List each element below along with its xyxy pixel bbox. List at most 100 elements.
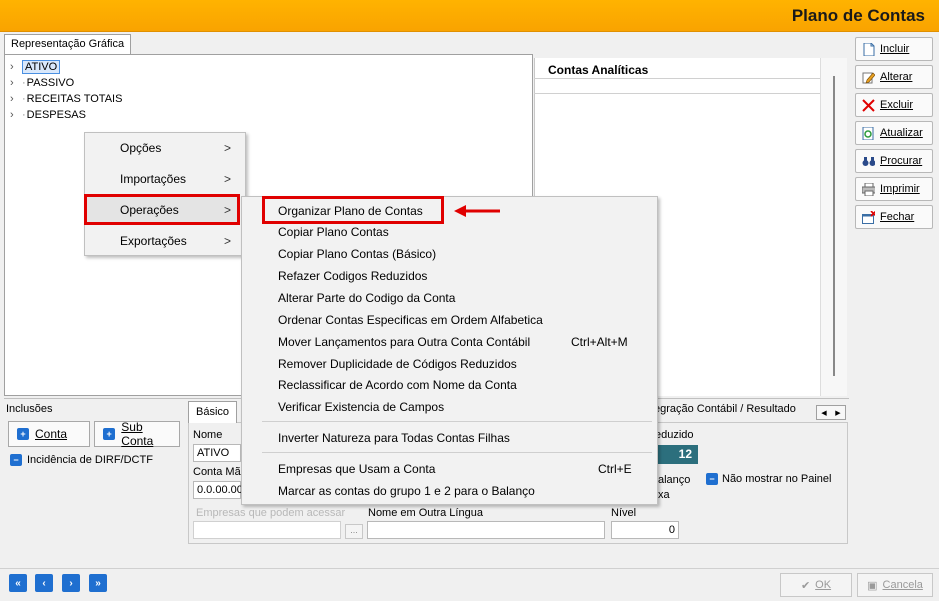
ok-button[interactable]: ✔ OK <box>780 573 852 597</box>
menu-item-reclassificar[interactable]: Reclassificar de Acordo com Nome da Cont… <box>278 378 517 392</box>
nao-mostrar-checkbox-row[interactable]: − Não mostrar no Painel <box>706 473 831 485</box>
tree-node-receitas[interactable]: › ·RECEITAS TOTAIS <box>10 93 122 105</box>
cancel-icon: ▣ <box>867 579 878 592</box>
imprimir-button[interactable]: Imprimir <box>855 177 933 201</box>
close-window-icon <box>862 210 875 224</box>
tree-node-label: PASSIVO <box>26 77 75 89</box>
tree-node-label: DESPESAS <box>26 109 86 121</box>
submenu-arrow-icon: > <box>224 203 232 217</box>
conta-mae-label: Conta Mãe <box>193 466 247 478</box>
tree-node-passivo[interactable]: › ·PASSIVO <box>10 77 74 89</box>
subconta-button[interactable]: + Sub Conta <box>94 420 180 448</box>
menu-item-remover-duplicidade[interactable]: Remover Duplicidade de Códigos Reduzidos <box>278 357 517 371</box>
dirf-checkbox-row[interactable]: − Incidência de DIRF/DCTF <box>10 454 153 466</box>
nao-mostrar-label: Não mostrar no Painel <box>722 473 832 485</box>
tree-node-ativo[interactable]: › ATIVO <box>10 60 61 74</box>
operacoes-submenu <box>241 196 658 505</box>
new-document-icon <box>862 42 875 56</box>
right-toolbar <box>849 32 939 601</box>
first-record-icon[interactable]: « <box>9 574 27 592</box>
binoculars-icon <box>862 155 875 168</box>
contas-analiticas-row[interactable] <box>534 78 820 94</box>
menu-item-copiar-plano[interactable]: Copiar Plano Contas <box>278 225 389 239</box>
next-record-icon[interactable]: › <box>62 574 80 592</box>
expand-chevron-icon[interactable]: › <box>10 77 22 89</box>
tree-dot: · <box>22 109 26 121</box>
fechar-button[interactable]: Fechar <box>855 205 933 229</box>
menu-item-copiar-plano-basico[interactable]: Copiar Plano Contas (Básico) <box>278 247 436 261</box>
last-record-icon[interactable]: » <box>89 574 107 592</box>
shortcut-label: Ctrl+Alt+M <box>571 335 628 349</box>
tab-scroll-buttons[interactable]: ◀ ▶ <box>816 405 846 420</box>
ellipsis-button[interactable]: ... <box>345 524 363 539</box>
nome-field[interactable]: ATIVO <box>193 444 241 462</box>
caixa-label: xa <box>658 489 670 501</box>
menu-item-organizar-plano[interactable]: Organizar Plano de Contas <box>278 204 423 218</box>
scrollbar-thumb[interactable] <box>833 76 835 376</box>
tree-dot: · <box>22 77 26 89</box>
nivel-label: Nível <box>611 507 637 519</box>
expand-chevron-icon[interactable]: › <box>10 61 22 73</box>
submenu-arrow-icon: > <box>224 141 232 155</box>
shortcut-label: Ctrl+E <box>598 462 632 476</box>
incluir-button[interactable]: Incluir <box>855 37 933 61</box>
atualizar-button[interactable]: Atualizar <box>855 121 933 145</box>
conta-mae-field[interactable]: 0.0.00.00 <box>193 481 243 499</box>
conta-button[interactable]: + Conta <box>8 421 90 447</box>
delete-x-icon <box>862 98 875 112</box>
tree-node-label: RECEITAS TOTAIS <box>26 93 123 105</box>
checkmark-icon: ✔ <box>800 579 811 592</box>
menu-item-exportacoes[interactable]: Exportações <box>120 234 187 248</box>
menu-item-mover-lancamentos[interactable]: Mover Lançamentos para Outra Conta Contá… <box>278 335 530 349</box>
menu-separator <box>262 452 652 453</box>
submenu-arrow-icon: > <box>224 234 232 248</box>
cancela-button[interactable]: ▣ Cancela <box>857 573 933 597</box>
reduzido-label: eduzido <box>655 429 694 441</box>
submenu-arrow-icon: > <box>224 172 232 186</box>
menu-item-marcar-contas-balanco[interactable]: Marcar as contas do grupo 1 e 2 para o B… <box>278 484 535 498</box>
inclusoes-label: Inclusões <box>6 403 53 415</box>
nivel-field[interactable]: 0 <box>611 521 679 539</box>
nome-outra-lingua-field[interactable] <box>367 521 605 539</box>
prev-record-icon[interactable]: ‹ <box>35 574 53 592</box>
expand-chevron-icon[interactable]: › <box>10 109 22 121</box>
nome-outra-lingua-label: Nome em Outra Língua <box>368 507 483 519</box>
reduzido-field[interactable]: 12 <box>654 445 698 464</box>
menu-item-verificar-campos[interactable]: Verificar Existencia de Campos <box>278 400 444 414</box>
menu-item-opcoes[interactable]: Opções <box>120 141 161 155</box>
edit-icon <box>862 71 875 84</box>
balanco-label: alanço <box>658 474 691 486</box>
tree-dot: · <box>22 93 26 105</box>
checkbox-icon[interactable]: − <box>10 454 22 466</box>
menu-item-operacoes[interactable]: Operações <box>120 203 179 217</box>
expand-chevron-icon[interactable]: › <box>10 93 22 105</box>
procurar-button[interactable]: Procurar <box>855 149 933 173</box>
menu-separator <box>262 421 652 422</box>
add-subaccount-icon: + <box>103 428 116 440</box>
dirf-label: Incidência de DIRF/DCTF <box>27 454 153 466</box>
tab-integracao-contabil[interactable]: egração Contábil / Resultado <box>654 403 796 415</box>
refresh-icon <box>862 126 875 140</box>
excluir-button[interactable]: Excluir <box>855 93 933 117</box>
empresas-acessar-field[interactable] <box>193 521 341 539</box>
red-arrow-icon <box>454 205 500 217</box>
window-title: Plano de Contas <box>791 6 925 25</box>
nome-label: Nome <box>193 429 223 441</box>
printer-icon <box>862 182 875 196</box>
checkbox-icon[interactable]: − <box>706 473 718 485</box>
tab-left-icon[interactable]: ◀ <box>821 409 826 417</box>
menu-item-importacoes[interactable]: Importações <box>120 172 186 186</box>
tab-right-icon[interactable]: ▶ <box>835 409 840 417</box>
menu-item-refazer-codigos[interactable]: Refazer Codigos Reduzidos <box>278 269 427 283</box>
menu-item-empresas-usam-conta[interactable]: Empresas que Usam a Conta <box>278 462 435 476</box>
tree-node-label: ATIVO <box>22 60 61 74</box>
alterar-button[interactable]: Alterar <box>855 65 933 89</box>
menu-item-alterar-parte-codigo[interactable]: Alterar Parte do Codigo da Conta <box>278 291 455 305</box>
menu-item-inverter-natureza[interactable]: Inverter Natureza para Todas Contas Filh… <box>278 431 510 445</box>
tab-representacao-grafica[interactable]: Representação Gráfica <box>4 34 132 54</box>
menu-item-ordenar-contas[interactable]: Ordenar Contas Especificas em Ordem Alfa… <box>278 313 543 327</box>
tab-basico[interactable]: Básico <box>188 401 238 423</box>
contas-analiticas-header: Contas Analíticas <box>548 63 649 77</box>
add-account-icon: + <box>17 428 29 440</box>
tree-node-despesas[interactable]: › ·DESPESAS <box>10 109 86 121</box>
